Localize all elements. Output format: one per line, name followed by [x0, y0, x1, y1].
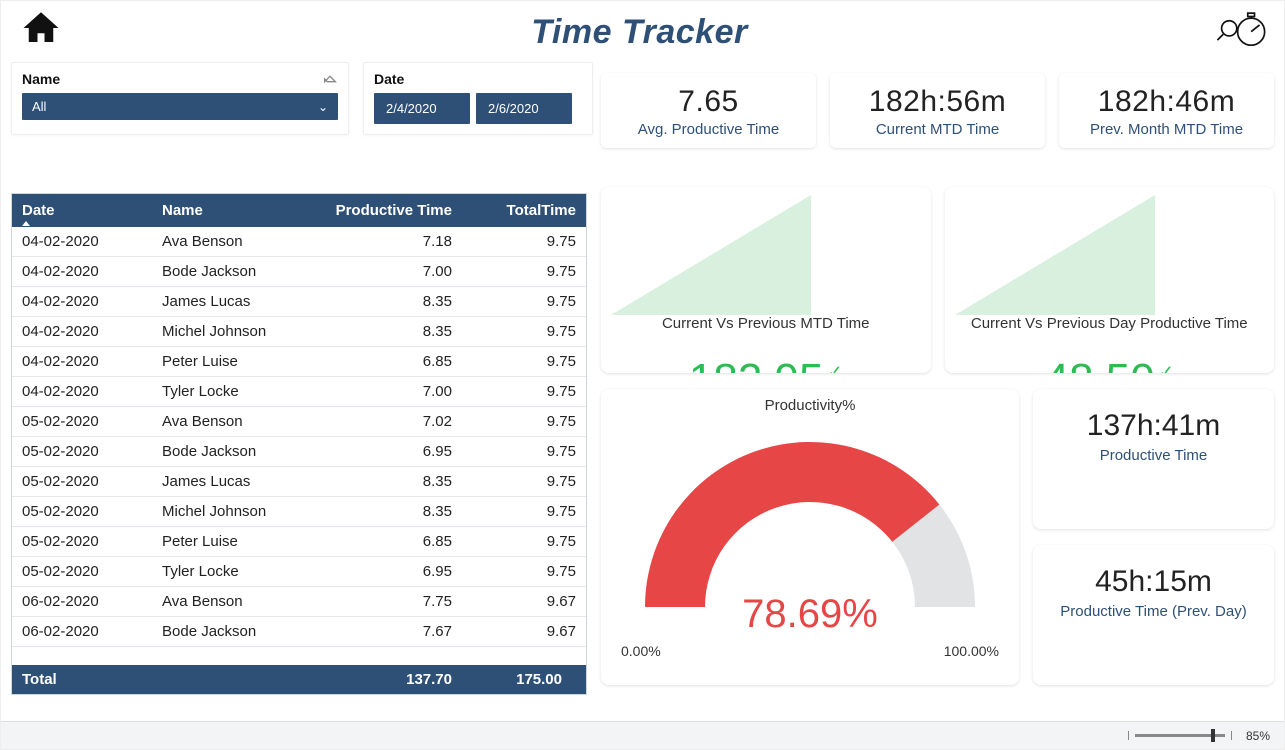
time-table[interactable]: DateNameProductive TimeTotalTime 04-02-2…	[11, 193, 587, 695]
col-header[interactable]: Productive Time	[322, 194, 462, 227]
name-dropdown-value: All	[32, 99, 46, 114]
productive-time-card[interactable]: 137h:41m Productive Time	[1033, 389, 1274, 529]
table-row[interactable]: 04-02-2020James Lucas8.359.75	[12, 287, 586, 317]
kpi-avg-productive[interactable]: 7.65 Avg. Productive Time	[601, 73, 816, 148]
kpi-label: Prev. Month MTD Time	[1067, 121, 1266, 138]
goal-mtd-card[interactable]: Current Vs Previous MTD Time 182.95✓ Goa…	[601, 187, 931, 373]
clear-filter-icon[interactable]	[322, 71, 338, 87]
kpi-label: Avg. Productive Time	[609, 121, 808, 138]
goal-title: Current Vs Previous Day Productive Time	[955, 315, 1265, 332]
table-row[interactable]: 04-02-2020Peter Luise6.859.75	[12, 347, 586, 377]
goal-title: Current Vs Previous MTD Time	[611, 315, 921, 332]
gauge-min: 0.00%	[621, 643, 661, 659]
goal-day-card[interactable]: Current Vs Previous Day Productive Time …	[945, 187, 1275, 373]
goal-value: 182.95	[689, 355, 824, 373]
productive-time-prev-card[interactable]: 45h:15m Productive Time (Prev. Day)	[1033, 545, 1274, 685]
table-row[interactable]: 04-02-2020Ava Benson7.189.75	[12, 227, 586, 257]
table-row[interactable]: 05-02-2020Peter Luise6.859.75	[12, 527, 586, 557]
sparkline-bg	[955, 195, 1155, 315]
check-icon: ✓	[1159, 362, 1174, 373]
kpi-prev-mtd[interactable]: 182h:46m Prev. Month MTD Time	[1059, 73, 1274, 148]
kpi-value: 182h:46m	[1067, 85, 1266, 119]
zoom-value: 85%	[1246, 729, 1270, 743]
page-title: Time Tracker	[65, 13, 1214, 52]
col-header[interactable]: Date	[12, 194, 152, 227]
kpi-value: 7.65	[609, 85, 808, 119]
kpi-value: 182h:56m	[838, 85, 1037, 119]
table-row[interactable]: 05-02-2020Michel Johnson8.359.75	[12, 497, 586, 527]
name-filter-panel: Name All ⌄	[11, 62, 349, 135]
table-row[interactable]: 06-02-2020Bode Jackson7.679.67	[12, 617, 586, 647]
gauge-title: Productivity%	[615, 397, 1005, 414]
table-row[interactable]: 05-02-2020Bode Jackson6.959.75	[12, 437, 586, 467]
table-row[interactable]: 04-02-2020Bode Jackson7.009.75	[12, 257, 586, 287]
productivity-gauge-card[interactable]: Productivity% 78.69% 0.00% 100.00%	[601, 389, 1019, 685]
goal-value: 48.50	[1045, 355, 1155, 373]
col-header[interactable]: TotalTime	[462, 194, 586, 227]
card-label: Productive Time	[1041, 447, 1266, 464]
name-dropdown[interactable]: All ⌄	[22, 93, 338, 120]
kpi-current-mtd[interactable]: 182h:56m Current MTD Time	[830, 73, 1045, 148]
card-label: Productive Time (Prev. Day)	[1041, 603, 1266, 620]
card-value: 137h:41m	[1041, 409, 1266, 443]
home-icon[interactable]	[17, 7, 65, 54]
table-row[interactable]: 05-02-2020Ava Benson7.029.75	[12, 407, 586, 437]
sparkline-bg	[611, 195, 811, 315]
table-row[interactable]: 06-02-2020Ava Benson7.759.67	[12, 587, 586, 617]
name-filter-label: Name	[22, 71, 60, 87]
date-filter-label: Date	[374, 71, 404, 87]
table-row[interactable]: 04-02-2020Michel Johnson8.359.75	[12, 317, 586, 347]
zoom-slider[interactable]	[1128, 731, 1232, 740]
table-scroll[interactable]: DateNameProductive TimeTotalTime 04-02-2…	[12, 194, 586, 665]
date-from-input[interactable]: 2/4/2020	[374, 93, 470, 124]
check-icon: ✓	[827, 362, 842, 373]
stopwatch-search-icon[interactable]	[1214, 7, 1268, 58]
date-to-input[interactable]: 2/6/2020	[476, 93, 572, 124]
table-footer: Total 137.70 175.00	[12, 665, 586, 694]
footer-totaltime-total: 175.00	[462, 665, 586, 694]
date-filter-panel: Date 2/4/2020 2/6/2020	[363, 62, 593, 135]
table-row[interactable]: 04-02-2020Tyler Locke7.009.75	[12, 377, 586, 407]
col-header[interactable]: Name	[152, 194, 322, 227]
kpi-label: Current MTD Time	[838, 121, 1037, 138]
status-bar: 85%	[1, 721, 1284, 749]
table-row[interactable]: 05-02-2020Tyler Locke6.959.75	[12, 557, 586, 587]
table-row[interactable]: 05-02-2020James Lucas8.359.75	[12, 467, 586, 497]
chevron-down-icon: ⌄	[318, 100, 328, 114]
gauge-max: 100.00%	[944, 643, 999, 659]
footer-productive-total: 137.70	[322, 665, 462, 694]
card-value: 45h:15m	[1041, 565, 1266, 599]
footer-total-label: Total	[12, 665, 152, 694]
